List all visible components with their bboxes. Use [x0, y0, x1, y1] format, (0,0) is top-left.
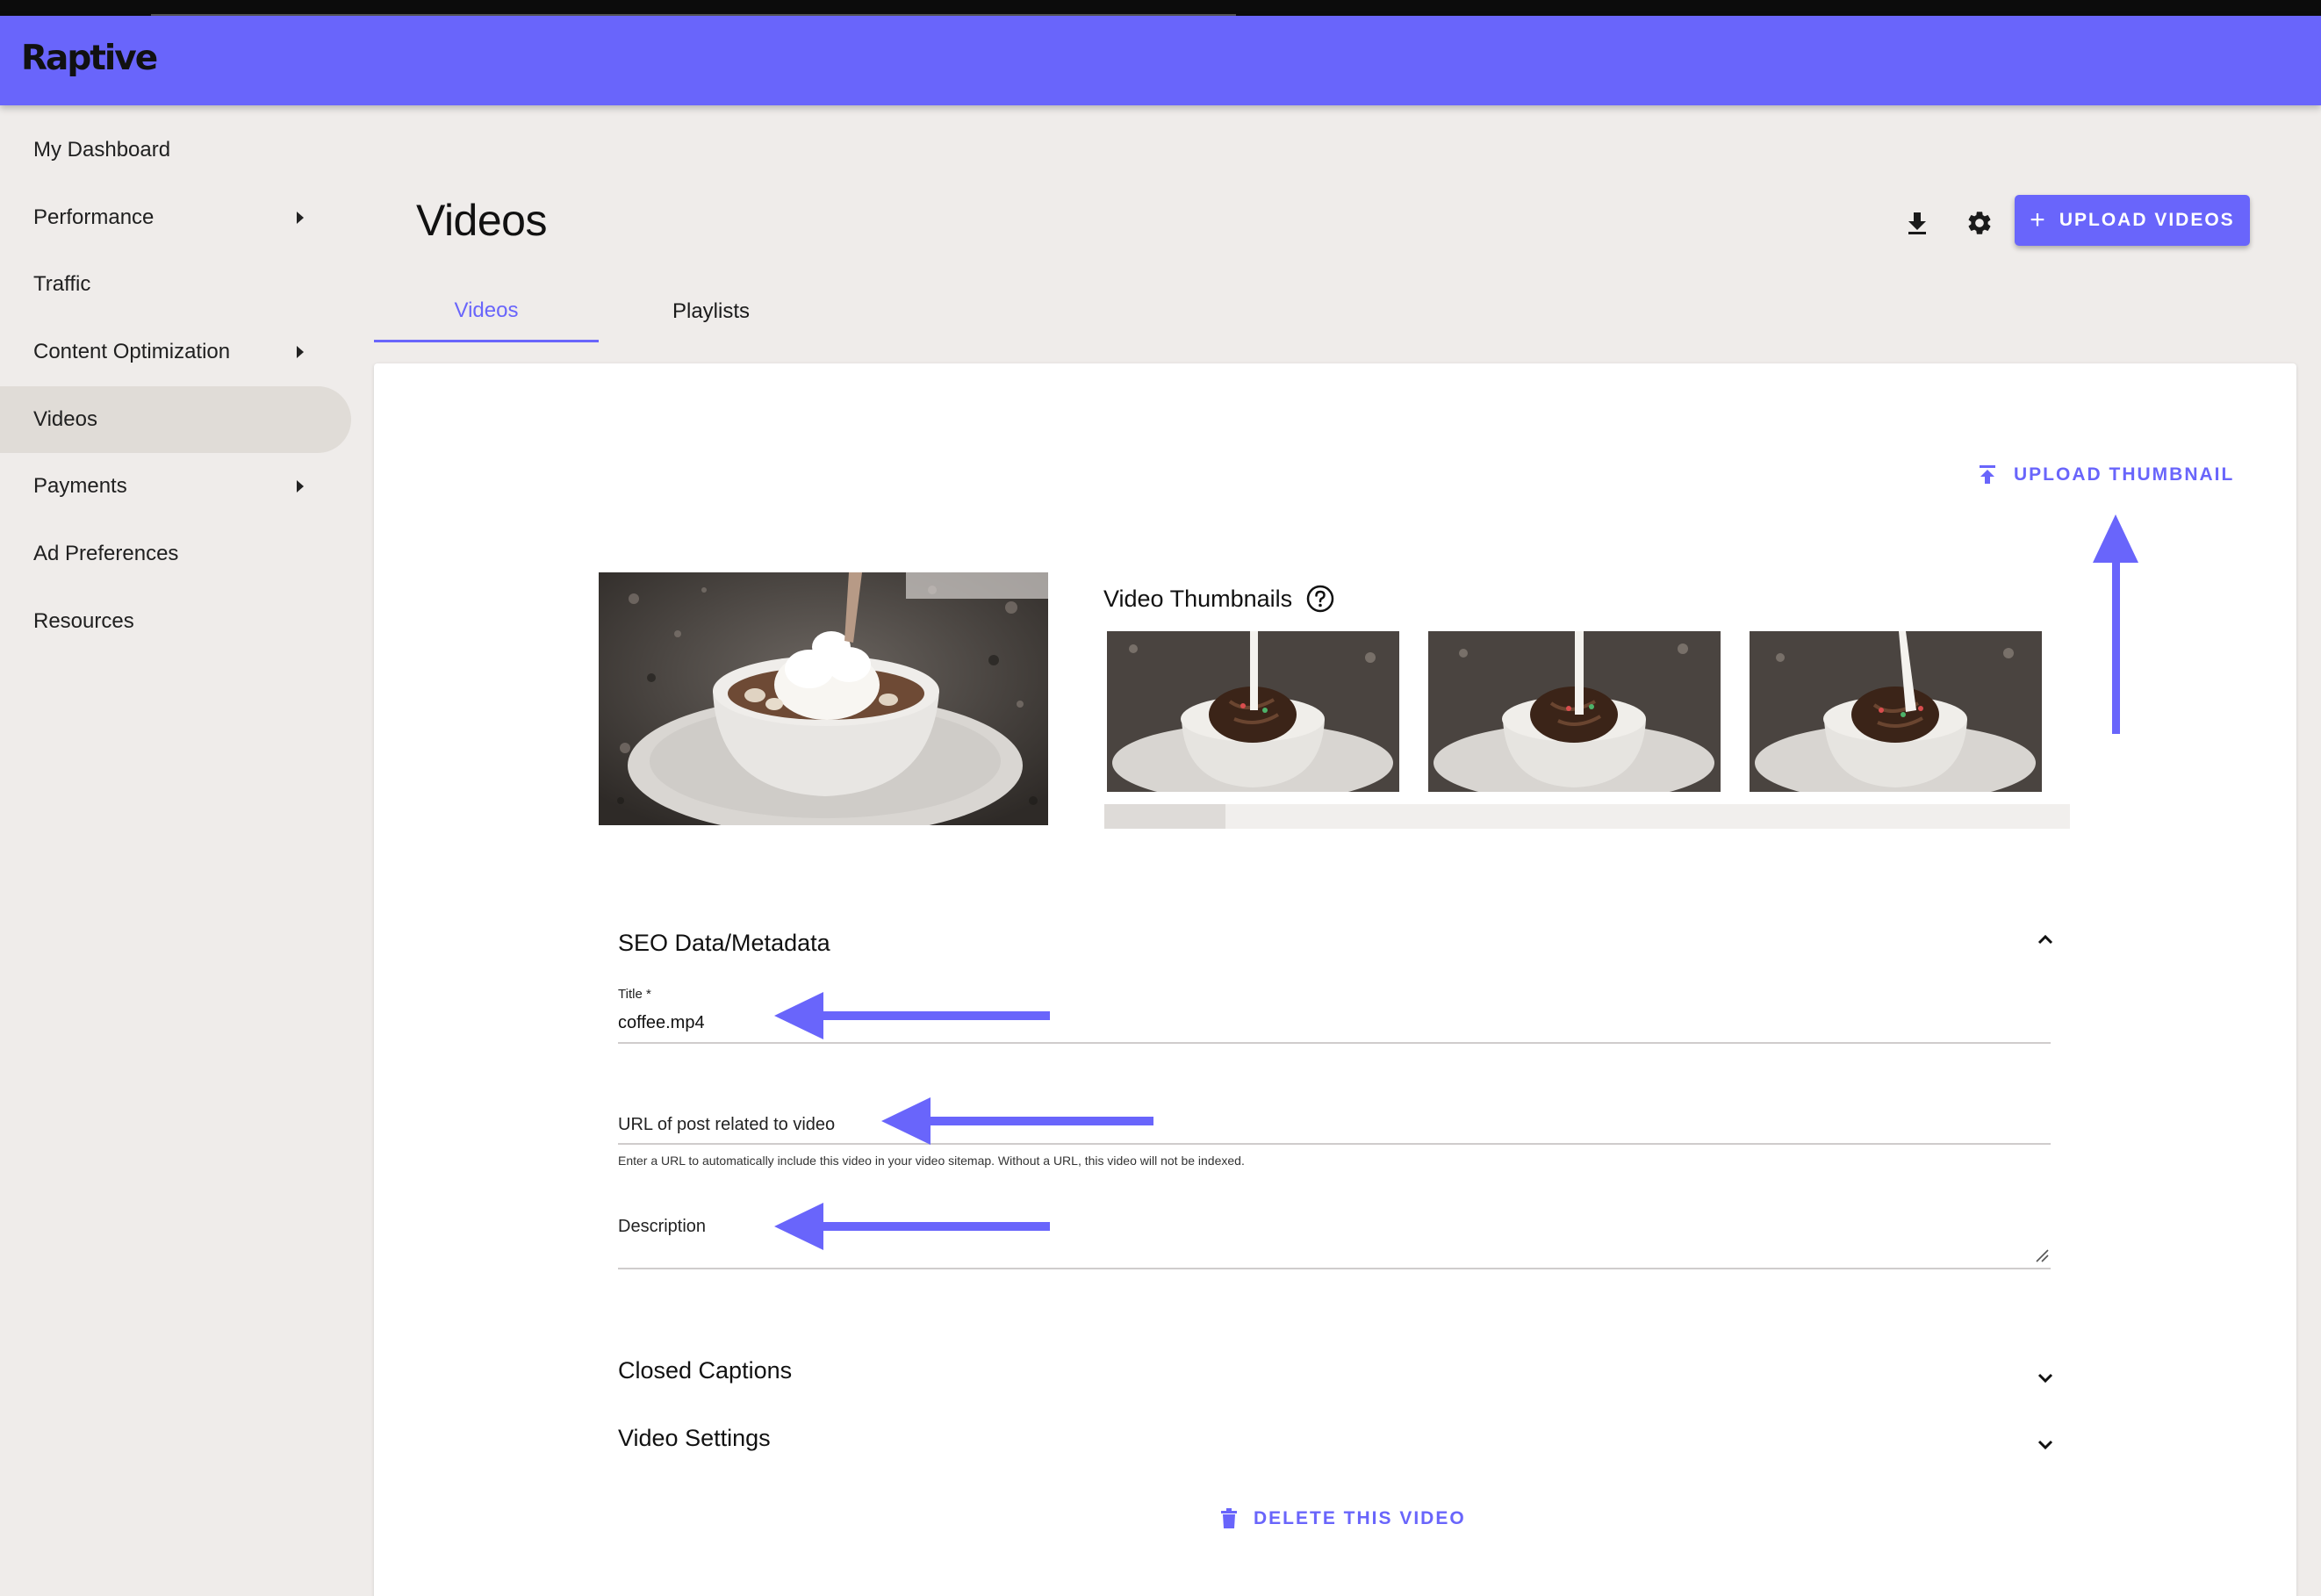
video-settings-section-title[interactable]: Video Settings — [618, 1425, 771, 1452]
tab-label: Playlists — [672, 299, 751, 323]
gear-icon — [1968, 212, 1991, 234]
sidebar-item-traffic[interactable]: Traffic — [0, 251, 351, 318]
upload-icon — [1980, 465, 1995, 484]
sidebar-item-label: Payments — [33, 474, 127, 498]
sidebar-item-label: My Dashboard — [33, 138, 171, 162]
window-top-strip — [0, 0, 2321, 16]
resize-handle-icon[interactable] — [2035, 1248, 2049, 1262]
thumbnails-scrollbar[interactable] — [1104, 804, 2070, 829]
upload-thumbnail-label: UPLOAD THUMBNAIL — [2014, 464, 2235, 485]
sidebar-item-ad-preferences[interactable]: Ad Preferences — [0, 521, 351, 587]
chevron-down-icon[interactable] — [2033, 1433, 2058, 1457]
video-thumbnail-1[interactable] — [1107, 631, 1399, 792]
help-icon[interactable] — [1306, 585, 1334, 613]
app-header: Raptive — [0, 16, 2321, 105]
sidebar-item-videos[interactable]: Videos — [0, 386, 351, 453]
annotation-arrow-up — [2093, 514, 2138, 734]
chevron-down-icon[interactable] — [2033, 1366, 2058, 1391]
sidebar-item-payments[interactable]: Payments — [0, 453, 351, 520]
description-textarea[interactable]: Description — [618, 1217, 706, 1237]
annotation-arrow-left — [881, 1097, 1153, 1145]
download-button[interactable] — [1896, 202, 1938, 244]
chevron-up-icon[interactable] — [2033, 927, 2058, 952]
tab-videos[interactable]: Videos — [374, 281, 599, 342]
caret-right-icon — [297, 212, 304, 224]
description-underline — [618, 1268, 2051, 1269]
settings-button[interactable] — [1958, 202, 2001, 244]
video-thumbnail-2[interactable] — [1428, 631, 1721, 792]
annotation-arrow-left — [774, 1203, 1050, 1250]
video-preview-image[interactable] — [599, 572, 1048, 825]
video-thumbnails-heading: Video Thumbnails — [1103, 585, 1334, 613]
upload-thumbnail-button[interactable]: UPLOAD THUMBNAIL — [1979, 464, 2234, 485]
caret-right-icon — [297, 480, 304, 492]
seo-section-title[interactable]: SEO Data/Metadata — [618, 930, 830, 957]
sidebar-item-my-dashboard[interactable]: My Dashboard — [0, 117, 351, 183]
url-helper-text: Enter a URL to automatically include thi… — [618, 1154, 1245, 1168]
sidebar-item-label: Performance — [33, 205, 154, 229]
sidebar-item-resources[interactable]: Resources — [0, 588, 351, 655]
video-thumbnail-3[interactable] — [1750, 631, 2042, 792]
page-title: Videos — [416, 196, 547, 245]
tab-label: Videos — [454, 298, 519, 322]
title-field-label: Title * — [618, 987, 651, 1002]
video-thumbnails-label: Video Thumbnails — [1103, 585, 1293, 612]
sidebar-item-label: Ad Preferences — [33, 542, 179, 565]
download-icon — [1908, 212, 1926, 234]
closed-captions-section-title[interactable]: Closed Captions — [618, 1357, 792, 1384]
sidebar-item-content-optimization[interactable]: Content Optimization — [0, 319, 351, 385]
delete-video-label: DELETE THIS VIDEO — [1254, 1508, 1466, 1528]
url-input[interactable]: URL of post related to video — [618, 1115, 835, 1135]
caret-right-icon — [297, 346, 304, 358]
scrollbar-thumb[interactable] — [1104, 804, 1225, 829]
video-detail-card — [374, 363, 2296, 1596]
title-underline — [618, 1042, 2051, 1044]
upload-videos-label: UPLOAD VIDEOS — [2059, 210, 2235, 230]
sidebar-item-label: Content Optimization — [33, 340, 231, 363]
logo[interactable]: Raptive — [21, 39, 158, 78]
title-input[interactable]: coffee.mp4 — [618, 1013, 705, 1033]
annotation-arrow-left — [774, 992, 1050, 1039]
plus-icon: + — [2030, 205, 2045, 234]
upload-videos-button[interactable]: + UPLOAD VIDEOS — [2015, 195, 2250, 246]
url-underline — [618, 1143, 2051, 1145]
sidebar-item-label: Videos — [33, 407, 97, 431]
sidebar-item-performance[interactable]: Performance — [0, 184, 351, 251]
trash-icon — [1221, 1508, 1237, 1528]
delete-video-button[interactable]: DELETE THIS VIDEO — [1220, 1508, 1466, 1529]
tab-playlists[interactable]: Playlists — [599, 281, 823, 342]
sidebar-item-label: Resources — [33, 609, 134, 633]
sidebar-item-label: Traffic — [33, 272, 91, 296]
